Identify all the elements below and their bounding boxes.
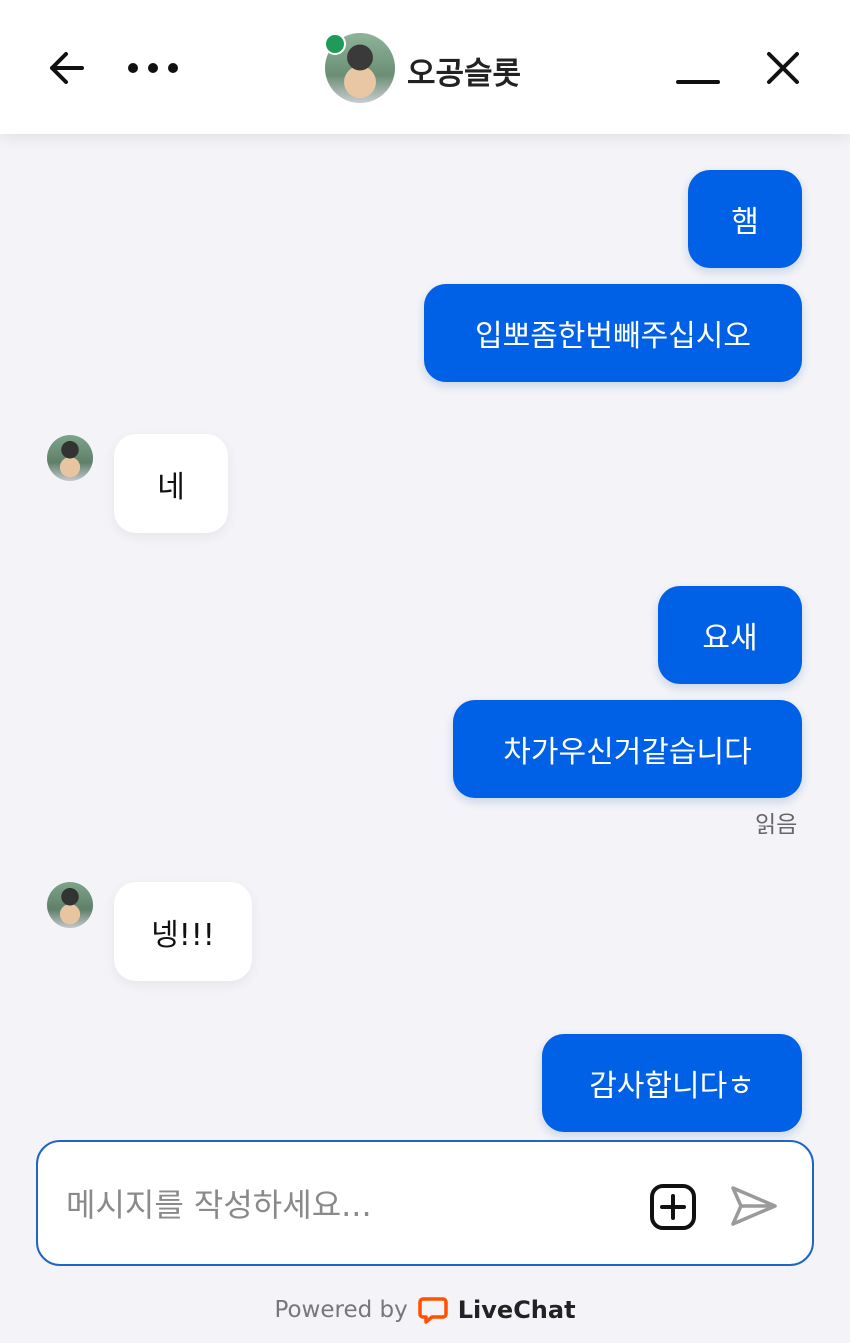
agent-avatar-small [47, 435, 93, 481]
message-bubble-outgoing: 요새 [658, 586, 802, 684]
more-dots-icon [128, 63, 178, 73]
message-bubble-incoming: 네 [114, 434, 228, 533]
online-status-indicator [324, 33, 346, 55]
back-arrow-icon [50, 52, 84, 84]
send-icon [731, 1186, 777, 1226]
message-bubble-outgoing: 감사합니다ㅎ [542, 1034, 802, 1132]
message-bubble-outgoing: 입뽀좀한번빼주십시오 [424, 284, 802, 382]
send-button[interactable] [726, 1180, 782, 1232]
message-input[interactable] [64, 1172, 628, 1238]
close-icon [767, 52, 799, 84]
powered-by-label: Powered by [274, 1297, 408, 1323]
minimize-icon [676, 80, 720, 84]
chat-title: 오공슬롯 [407, 56, 522, 92]
read-receipt: 읽음 [755, 812, 798, 838]
agent-avatar-small [47, 882, 93, 928]
chat-header: 오공슬롯 [0, 0, 850, 134]
message-bubble-outgoing: 차가우신거같습니다 [453, 700, 802, 798]
livechat-brand[interactable]: LiveChat [458, 1296, 576, 1324]
add-attachment-icon [650, 1184, 696, 1230]
message-composer [36, 1140, 814, 1266]
message-bubble-incoming: 넹!!! [114, 882, 252, 981]
close-button[interactable] [760, 46, 806, 90]
livechat-logo-icon [418, 1295, 448, 1325]
minimize-button[interactable] [672, 50, 724, 90]
attach-button[interactable] [646, 1180, 700, 1234]
back-button[interactable] [40, 44, 92, 92]
powered-by-footer: Powered by LiveChat [0, 1290, 850, 1330]
message-bubble-outgoing: 햄 [688, 170, 802, 268]
more-options-button[interactable] [122, 50, 184, 86]
